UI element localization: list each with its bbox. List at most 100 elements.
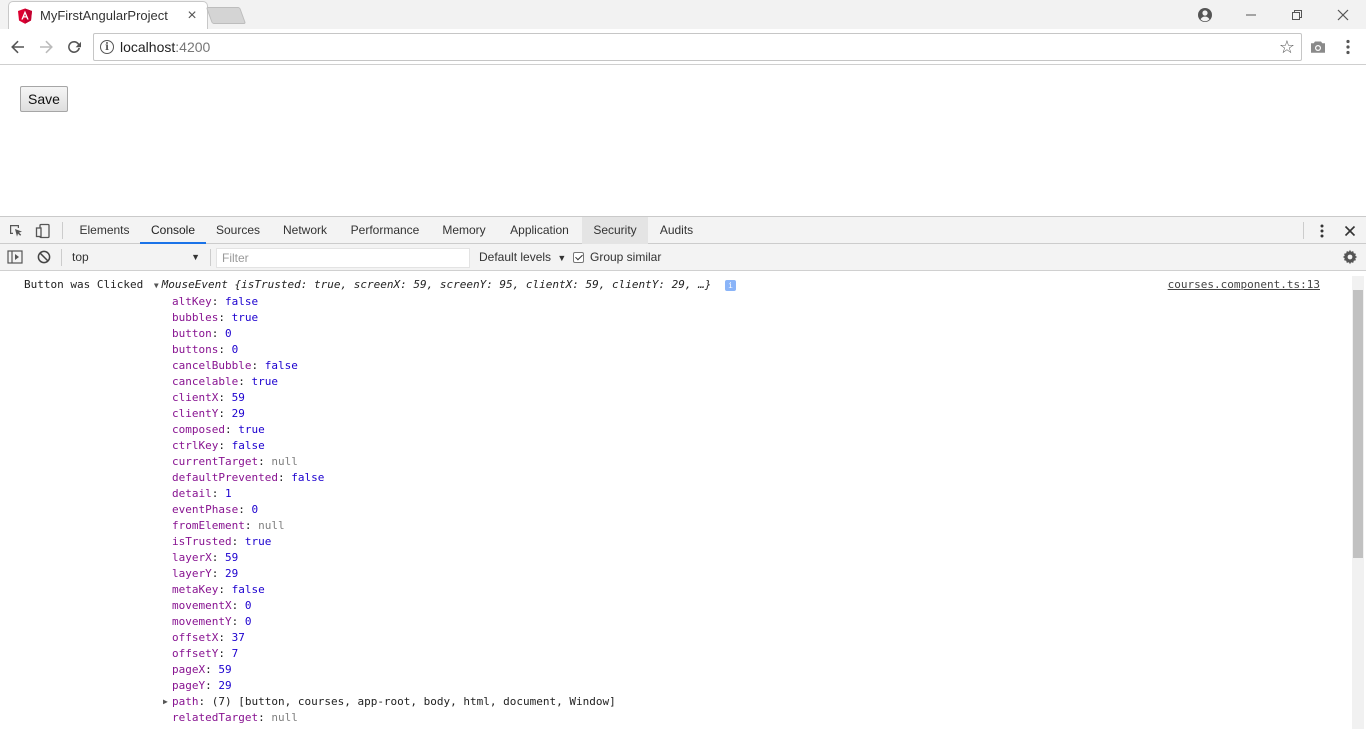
property-key: composed <box>172 423 225 436</box>
toolbar-divider <box>210 249 211 266</box>
property-row: movementX: 0 <box>172 599 252 612</box>
tab-console[interactable]: Console <box>140 217 206 244</box>
property-row: detail: 1 <box>172 487 232 500</box>
context-value: top <box>72 250 89 264</box>
property-row: bubbles: true <box>172 311 259 324</box>
group-similar-checkbox[interactable] <box>573 251 584 263</box>
property-row: cancelBubble: false <box>172 359 298 372</box>
property-row: pageX: 59 <box>172 663 232 676</box>
scrollbar-thumb[interactable] <box>1353 290 1363 558</box>
profile-icon[interactable] <box>1182 0 1228 29</box>
property-key: metaKey <box>172 583 219 596</box>
bookmark-star-icon[interactable]: ☆ <box>1279 38 1295 56</box>
tab-performance[interactable]: Performance <box>340 217 430 244</box>
property-key: layerY <box>172 567 212 580</box>
toolbar-divider <box>62 222 63 239</box>
property-value: false <box>264 359 298 372</box>
inspect-element-icon[interactable] <box>6 221 26 241</box>
property-value: false <box>291 471 325 484</box>
back-button[interactable] <box>6 35 30 59</box>
context-selector[interactable]: top ▼ <box>66 247 206 267</box>
address-bar[interactable]: i localhost:4200 ☆ <box>93 33 1302 61</box>
property-row: cancelable: true <box>172 375 278 388</box>
reload-button[interactable] <box>62 35 86 59</box>
property-key: ctrlKey <box>172 439 219 452</box>
property-row[interactable]: ▶ path: (7) [button, courses, app-root, b… <box>163 694 616 710</box>
close-window-icon[interactable] <box>1320 0 1366 29</box>
property-key: pageY <box>172 679 206 692</box>
toolbar-divider <box>1303 222 1304 239</box>
filter-input[interactable]: Filter <box>216 248 470 268</box>
toolbar-divider <box>61 249 62 266</box>
url-host: localhost <box>120 39 176 55</box>
tab-memory[interactable]: Memory <box>431 217 497 244</box>
info-badge-icon[interactable]: i <box>724 280 736 291</box>
close-devtools-icon[interactable] <box>1340 221 1360 241</box>
log-levels-dropdown[interactable]: Default levels ▼ <box>479 247 566 267</box>
url-port: :4200 <box>175 39 211 55</box>
save-button[interactable]: Save <box>20 86 68 112</box>
show-sidebar-icon[interactable] <box>5 247 25 267</box>
property-key: offsetX <box>172 631 219 644</box>
property-row: button: 0 <box>172 327 232 340</box>
property-row: metaKey: false <box>172 583 265 596</box>
browser-menu-icon[interactable] <box>1337 37 1359 57</box>
forward-button[interactable] <box>34 35 58 59</box>
property-row: ctrlKey: false <box>172 439 265 452</box>
browser-tab[interactable]: MyFirstAngularProject × <box>8 1 208 29</box>
tab-network[interactable]: Network <box>271 217 339 244</box>
object-preview[interactable]: {isTrusted: true, screenX: 59, screenY: … <box>235 278 712 291</box>
property-value: 37 <box>231 631 245 644</box>
property-key: cancelBubble <box>172 359 252 372</box>
page-viewport: Save <box>0 66 1366 216</box>
expand-triangle-icon[interactable]: ▶ <box>163 694 168 710</box>
property-row: layerY: 29 <box>172 567 239 580</box>
console-scrollbar[interactable] <box>1352 276 1364 729</box>
dropdown-arrow-icon: ▼ <box>191 252 200 262</box>
angular-logo-icon <box>18 8 32 24</box>
clear-console-icon[interactable] <box>34 247 54 267</box>
tab-audits[interactable]: Audits <box>649 217 704 244</box>
property-value: (7) [button, courses, app-root, body, ht… <box>211 695 616 708</box>
tab-sources[interactable]: Sources <box>206 217 270 244</box>
tab-application[interactable]: Application <box>498 217 581 244</box>
source-link[interactable]: courses.component.ts:13 <box>1168 278 1320 291</box>
tab-security[interactable]: Security <box>582 217 648 244</box>
expand-triangle-icon[interactable]: ▼ <box>154 281 159 290</box>
object-type[interactable]: MouseEvent <box>162 278 228 291</box>
tab-close-icon[interactable]: × <box>185 7 199 23</box>
property-value: 0 <box>244 599 252 612</box>
camera-icon[interactable] <box>1307 37 1329 57</box>
property-key: relatedTarget <box>172 711 259 724</box>
restore-icon[interactable] <box>1274 0 1320 29</box>
reload-icon <box>68 40 81 53</box>
new-tab-button[interactable] <box>205 7 247 24</box>
property-key: altKey <box>172 295 212 308</box>
group-similar-toggle[interactable]: Group similar <box>573 247 661 267</box>
property-key: isTrusted <box>172 535 232 548</box>
property-value: true <box>238 423 265 436</box>
property-value: true <box>231 311 259 324</box>
minimize-icon[interactable] <box>1228 0 1274 29</box>
property-row: pageY: 29 <box>172 679 232 692</box>
log-levels-label: Default levels <box>479 250 552 264</box>
property-value: 0 <box>225 327 232 340</box>
property-value: 1 <box>225 487 232 500</box>
property-row: eventPhase: 0 <box>172 503 259 516</box>
property-row: relatedTarget: null <box>172 711 298 724</box>
console-settings-gear-icon[interactable] <box>1340 247 1360 267</box>
property-key: movementY <box>172 615 232 628</box>
group-similar-label: Group similar <box>590 250 662 264</box>
property-key: fromElement <box>172 519 245 532</box>
arrow-right-icon <box>40 40 53 54</box>
info-icon[interactable]: i <box>100 40 114 54</box>
property-key: clientX <box>172 391 219 404</box>
devtools-menu-icon[interactable] <box>1312 221 1332 241</box>
devtools-panel: Elements Console Sources Network Perform… <box>0 216 1366 729</box>
tab-elements[interactable]: Elements <box>70 217 139 244</box>
device-toolbar-icon[interactable] <box>33 221 53 241</box>
property-key: pageX <box>172 663 206 676</box>
property-value: null <box>271 711 298 724</box>
console-toolbar: top ▼ Filter Default levels ▼ Group simi… <box>0 244 1366 271</box>
property-value: 0 <box>231 343 239 356</box>
